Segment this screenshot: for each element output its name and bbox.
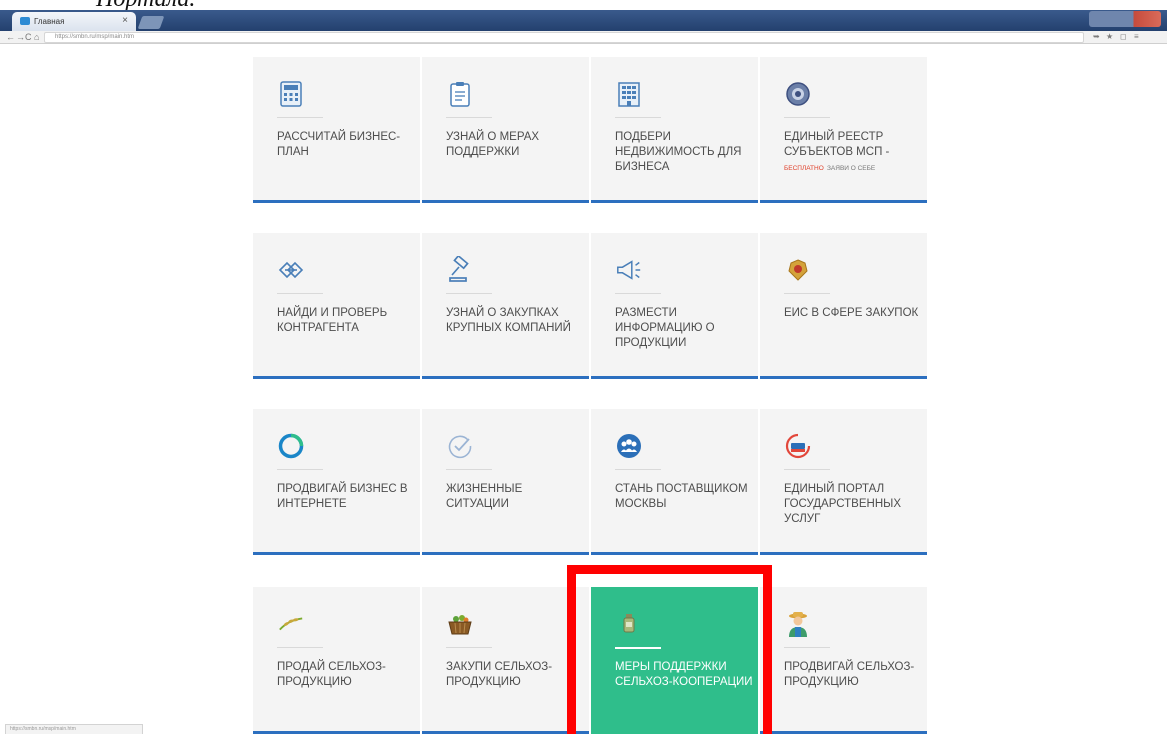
tile-product-info[interactable]: РАЗМЕСТИ ИНФОРМАЦИЮ О ПРОДУКЦИИ xyxy=(591,233,758,379)
tile-support-measures[interactable]: УЗНАЙ О МЕРАХ ПОДДЕРЖКИ xyxy=(422,57,589,203)
tile-label: ЕДИНЫЙ ПОРТАЛ ГОСУДАРСТВЕННЫХ УСЛУГ xyxy=(784,483,901,525)
tile-gosuslugi[interactable]: ЕДИНЫЙ ПОРТАЛ ГОСУДАРСТВЕННЫХ УСЛУГ xyxy=(760,409,927,555)
megaphone-icon xyxy=(615,255,643,285)
browser-toolbar: ← → C ⌂ https://smbn.ru/msp/main.htm ➥ ★… xyxy=(0,31,1167,44)
tile-separator xyxy=(615,117,661,118)
tile-eis-procurement[interactable]: ЕИС В СФЕРЕ ЗАКУПОК xyxy=(760,233,927,379)
ring-logo-icon xyxy=(277,431,305,461)
home-icon[interactable]: ⌂ xyxy=(34,31,39,43)
forward-icon[interactable]: → xyxy=(16,31,25,43)
tile-big-company-purchases[interactable]: УЗНАЙ О ЗАКУПКАХ КРУПНЫХ КОМПАНИЙ xyxy=(422,233,589,379)
tile-label: ПОДБЕРИ НЕДВИЖИМОСТЬ ДЛЯ БИЗНЕСА xyxy=(615,131,742,173)
tile-separator xyxy=(615,647,661,649)
tile-separator xyxy=(446,469,492,470)
tile-label: ЕИС В СФЕРЕ ЗАКУПОК xyxy=(784,307,919,319)
share-icon[interactable]: ➥ xyxy=(1093,31,1100,43)
gavel-icon xyxy=(446,255,474,285)
document-caption: Портала. xyxy=(0,0,1167,10)
address-bar[interactable]: https://smbn.ru/msp/main.htm xyxy=(44,32,1084,43)
tile-life-situations[interactable]: ЖИЗНЕННЫЕ СИТУАЦИИ xyxy=(422,409,589,555)
coat-of-arms-icon xyxy=(784,255,812,285)
new-tab-button[interactable] xyxy=(137,16,165,29)
handshake-icon xyxy=(277,255,305,285)
tile-label: УЗНАЙ О МЕРАХ ПОДДЕРЖКИ xyxy=(446,131,540,158)
tile-label: РАЗМЕСТИ ИНФОРМАЦИЮ О ПРОДУКЦИИ xyxy=(615,307,715,349)
browser-tab[interactable]: Главная × xyxy=(12,12,136,31)
tile-label: ПРОДВИГАЙ БИЗНЕС В ИНТЕРНЕТЕ xyxy=(277,483,408,510)
tile-label: ЗАКУПИ СЕЛЬХОЗ-ПРОДУКЦИЮ xyxy=(446,661,553,688)
tile-label: ЖИЗНЕННЫЕ СИТУАЦИИ xyxy=(446,483,523,510)
tile-find-contractor[interactable]: НАЙДИ И ПРОВЕРЬ КОНТРАГЕНТА xyxy=(253,233,420,379)
reload-icon[interactable]: C xyxy=(25,31,32,43)
tile-separator xyxy=(277,293,323,294)
tile-label: ПРОДАЙ СЕЛЬХОЗ-ПРОДУКЦИЮ xyxy=(277,661,386,688)
tile-label: ЕДИНЫЙ РЕЕСТР СУБЪЕКТОВ МСП - БЕСПЛАТНО … xyxy=(784,130,924,176)
menu-icon[interactable]: ≡ xyxy=(1134,31,1139,43)
back-icon[interactable]: ← xyxy=(6,31,15,43)
tile-separator xyxy=(277,647,323,648)
status-url: https://smbn.ru/msp/main.htm xyxy=(10,726,76,732)
tile-sublabel: ЗАЯВИ О СЕБЕ xyxy=(826,165,876,172)
tile-msp-registry[interactable]: ЕДИНЫЙ РЕЕСТР СУБЪЕКТОВ МСП - БЕСПЛАТНО … xyxy=(760,57,927,203)
tile-separator xyxy=(446,293,492,294)
clipboard-icon xyxy=(446,79,474,109)
tile-real-estate[interactable]: ПОДБЕРИ НЕДВИЖИМОСТЬ ДЛЯ БИЗНЕСА xyxy=(591,57,758,203)
window-controls[interactable] xyxy=(1089,11,1161,27)
tile-separator xyxy=(615,293,661,294)
tile-promote-online[interactable]: ПРОДВИГАЙ БИЗНЕС В ИНТЕРНЕТЕ xyxy=(253,409,420,555)
tile-separator xyxy=(615,469,661,470)
wheat-icon xyxy=(277,609,305,639)
tile-buy-agro[interactable]: ЗАКУПИ СЕЛЬХОЗ-ПРОДУКЦИЮ xyxy=(422,587,589,734)
tile-label: ПРОДВИГАЙ СЕЛЬХОЗ-ПРОДУКЦИЮ xyxy=(784,661,915,688)
favicon-icon xyxy=(20,17,30,25)
basket-icon xyxy=(446,609,474,639)
calculator-icon xyxy=(277,79,305,109)
screenshot: Портала. Главная × ← → C ⌂ https://smbn.… xyxy=(0,0,1167,734)
browser-titlebar: Главная × xyxy=(0,10,1167,31)
tile-agro-cooperation-support[interactable]: МЕРЫ ПОДДЕРЖКИ СЕЛЬХОЗ-КООПЕРАЦИИ xyxy=(591,587,758,734)
tile-label: РАССЧИТАЙ БИЗНЕС-ПЛАН xyxy=(277,131,401,158)
tile-label: СТАНЬ ПОСТАВЩИКОМ МОСКВЫ xyxy=(615,483,748,510)
tile-label: УЗНАЙ О ЗАКУПКАХ КРУПНЫХ КОМПАНИЙ xyxy=(446,307,571,334)
tile-label: НАЙДИ И ПРОВЕРЬ КОНТРАГЕНТА xyxy=(277,307,388,334)
building-icon xyxy=(615,79,643,109)
tile-separator xyxy=(446,647,492,648)
tab-close-icon[interactable]: × xyxy=(122,15,128,26)
tile-separator xyxy=(277,469,323,470)
bookmark-star-icon[interactable]: ★ xyxy=(1106,31,1113,43)
tile-label-text: ЕДИНЫЙ РЕЕСТР СУБЪЕКТОВ МСП - xyxy=(784,131,890,158)
gosuslugi-icon xyxy=(784,431,812,461)
extension-icon[interactable]: ◻ xyxy=(1120,31,1127,43)
tile-sell-agro[interactable]: ПРОДАЙ СЕЛЬХОЗ-ПРОДУКЦИЮ xyxy=(253,587,420,734)
tile-promote-agro[interactable]: ПРОДВИГАЙ СЕЛЬХОЗ-ПРОДУКЦИЮ xyxy=(760,587,927,734)
registry-seal-icon xyxy=(784,79,812,109)
tile-business-plan[interactable]: РАССЧИТАЙ БИЗНЕС-ПЛАН xyxy=(253,57,420,203)
check-circle-icon xyxy=(446,431,474,461)
bottle-icon xyxy=(615,609,643,639)
document-caption-text: Портала. xyxy=(96,0,195,10)
tile-separator xyxy=(277,117,323,118)
address-url: https://smbn.ru/msp/main.htm xyxy=(55,34,135,40)
people-group-icon xyxy=(615,431,643,461)
tile-separator xyxy=(784,647,830,648)
browser-status-bar: https://smbn.ru/msp/main.htm xyxy=(5,724,143,734)
tab-title: Главная xyxy=(34,17,65,26)
farmer-icon xyxy=(784,609,812,639)
tile-label: МЕРЫ ПОДДЕРЖКИ СЕЛЬХОЗ-КООПЕРАЦИИ xyxy=(615,661,753,688)
tile-moscow-supplier[interactable]: СТАНЬ ПОСТАВЩИКОМ МОСКВЫ xyxy=(591,409,758,555)
tile-separator xyxy=(784,469,830,470)
tile-separator xyxy=(446,117,492,118)
tile-separator xyxy=(784,293,830,294)
free-badge: БЕСПЛАТНО xyxy=(784,165,824,172)
tile-separator xyxy=(784,117,830,118)
